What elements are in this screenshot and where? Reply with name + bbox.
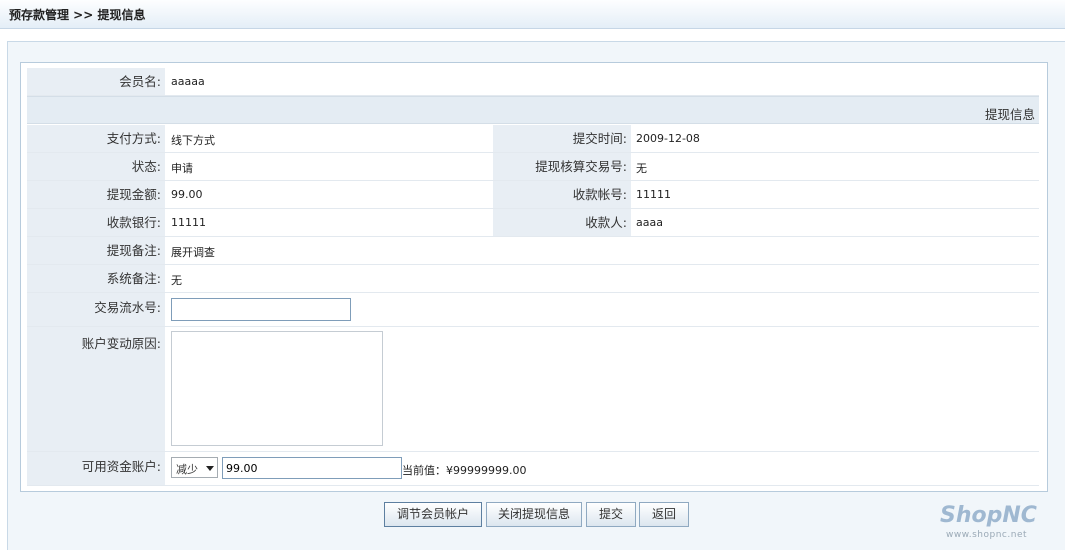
settle-no-value: 无: [636, 162, 647, 175]
dropdown-arrow-icon: [206, 466, 214, 471]
section-title: 提现信息: [984, 107, 1035, 122]
pay-method-label: 支付方式:: [27, 125, 165, 152]
member-label: 会员名:: [27, 68, 165, 95]
sys-remark-value: 无: [171, 274, 182, 287]
account-no-label: 收款帐号:: [493, 181, 631, 208]
status-label: 状态:: [27, 153, 165, 180]
settle-no-label: 提现核算交易号:: [493, 153, 631, 180]
info-row-bank: 收款银行: 11111 收款人: aaaa: [27, 209, 1039, 237]
bank-label: 收款银行:: [27, 209, 165, 236]
title-bar: 预存款管理 >> 提现信息: [0, 0, 1065, 29]
account-no-value: 11111: [636, 188, 671, 201]
remark-label: 提现备注:: [27, 237, 165, 264]
status-value: 申请: [171, 162, 193, 175]
pay-method-value: 线下方式: [171, 134, 215, 147]
remark-value: 展开调查: [171, 246, 215, 259]
amount-value: 99.00: [171, 188, 203, 201]
member-row: 会员名: aaaaa: [27, 68, 1039, 96]
submit-button[interactable]: 提交: [586, 502, 636, 527]
reason-textarea[interactable]: [171, 331, 383, 446]
reason-label: 账户变动原因:: [27, 327, 165, 451]
amount-label: 提现金额:: [27, 181, 165, 208]
current-value-text: 当前值：¥99999999.00: [402, 464, 527, 477]
logo-brand: ShopNC: [940, 503, 1037, 528]
adjust-account-button[interactable]: 调节会员帐户: [384, 502, 482, 527]
sys-remark-label: 系统备注:: [27, 265, 165, 292]
fund-mode-select[interactable]: 减少: [171, 457, 218, 478]
close-withdraw-button[interactable]: 关闭提现信息: [486, 502, 582, 527]
payee-label: 收款人:: [493, 209, 631, 236]
info-row-pay: 支付方式: 线下方式 提交时间: 2009-12-08: [27, 125, 1039, 153]
info-row-sys-remark: 系统备注: 无: [27, 265, 1039, 293]
fund-amount-input[interactable]: [222, 457, 402, 479]
back-button[interactable]: 返回: [639, 502, 689, 527]
submit-time-label: 提交时间:: [493, 125, 631, 152]
logo-url: www.shopnc.net: [946, 530, 1028, 540]
serial-label: 交易流水号:: [27, 293, 165, 326]
fund-mode-value: 减少: [176, 463, 198, 476]
bank-value: 11111: [171, 216, 206, 229]
fund-label: 可用资金账户:: [27, 452, 165, 485]
info-row-amount: 提现金额: 99.00 收款帐号: 11111: [27, 181, 1039, 209]
shopnc-logo: ShopNC www.shopnc.net: [940, 503, 1058, 543]
info-row-status: 状态: 申请 提现核算交易号: 无: [27, 153, 1039, 181]
info-row-remark: 提现备注: 展开调查: [27, 237, 1039, 265]
payee-value: aaaa: [636, 216, 663, 229]
member-value: aaaaa: [171, 75, 205, 88]
serial-input[interactable]: [171, 298, 351, 321]
submit-time-value: 2009-12-08: [636, 132, 700, 145]
breadcrumb: 预存款管理 >> 提现信息: [9, 8, 146, 22]
section-header: 提现信息: [27, 96, 1039, 124]
